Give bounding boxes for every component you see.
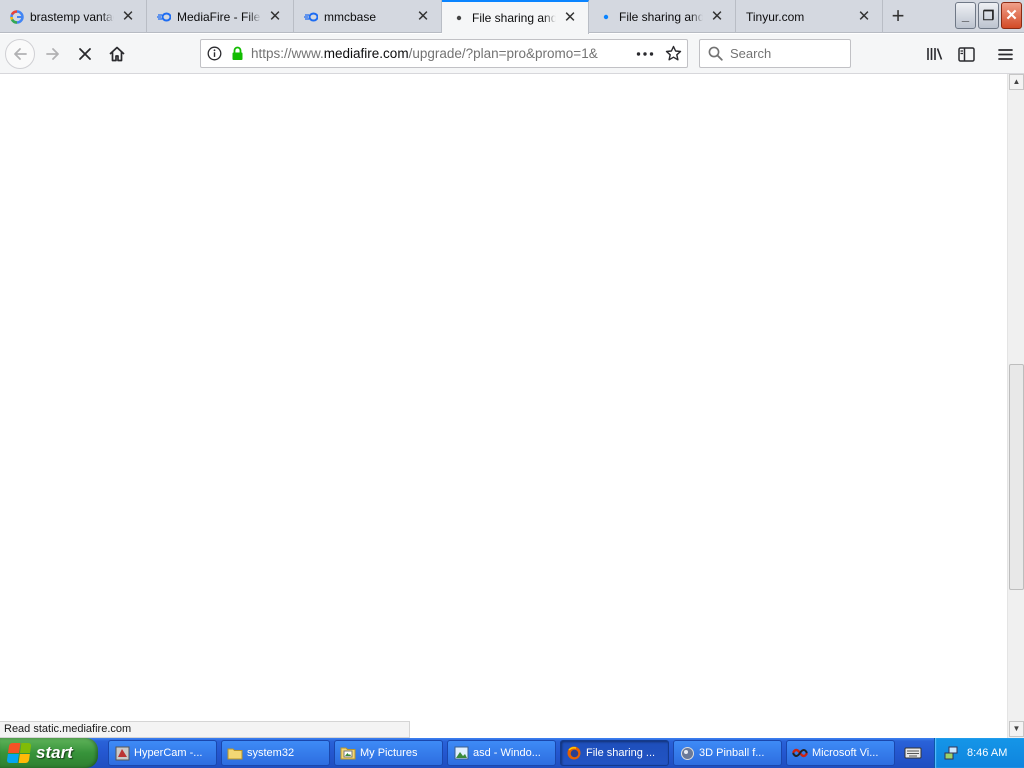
tab-close-icon[interactable]: ✕ bbox=[267, 8, 283, 25]
url-bar[interactable]: https://www.mediafire.com/upgrade/?plan=… bbox=[200, 39, 688, 68]
mediafire-icon bbox=[157, 10, 171, 24]
taskbar-item-microsoft-visual[interactable]: Microsoft Vi... bbox=[786, 740, 895, 766]
sidebar-icon bbox=[957, 46, 975, 62]
system-tray: 8:46 AM bbox=[934, 738, 1024, 768]
home-button[interactable] bbox=[102, 39, 132, 69]
url-path: /upgrade/?plan=pro&promo=1& bbox=[408, 46, 598, 61]
tab-title: File sharing and st bbox=[619, 9, 703, 24]
hypercam-icon bbox=[114, 745, 130, 761]
tab-mmcbase[interactable]: mmcbase ✕ bbox=[294, 0, 442, 33]
mediafire-icon bbox=[304, 10, 318, 24]
taskbar-item-label: Microsoft Vi... bbox=[812, 747, 879, 759]
hamburger-menu-icon bbox=[997, 48, 1013, 60]
tab-title: MediaFire - File sh bbox=[177, 9, 261, 24]
taskbar-item-my-pictures[interactable]: My Pictures bbox=[334, 740, 443, 766]
clock: 8:46 AM bbox=[967, 747, 1008, 759]
start-button[interactable]: start bbox=[0, 738, 98, 768]
taskbar-item-label: 3D Pinball f... bbox=[699, 747, 765, 759]
taskbar-item-label: HyperCam -... bbox=[134, 747, 203, 759]
lock-icon[interactable] bbox=[227, 46, 247, 61]
info-icon[interactable] bbox=[201, 46, 227, 61]
tab-mediafire[interactable]: MediaFire - File sh ✕ bbox=[147, 0, 294, 33]
restore-button[interactable]: ❐ bbox=[978, 2, 999, 29]
back-button[interactable] bbox=[5, 39, 35, 69]
minimize-icon: _ bbox=[961, 8, 970, 23]
taskbar-item-label: My Pictures bbox=[360, 747, 418, 759]
network-connection-icon[interactable] bbox=[943, 745, 959, 761]
arrow-right-icon bbox=[46, 48, 59, 60]
firefox-icon bbox=[566, 745, 582, 761]
url-prefix: https://www. bbox=[251, 46, 324, 61]
nav-bar: https://www.mediafire.com/upgrade/?plan=… bbox=[0, 34, 1024, 74]
search-bar[interactable] bbox=[699, 39, 851, 68]
tab-close-icon[interactable]: ✕ bbox=[120, 8, 136, 25]
tab-brastemp[interactable]: brastemp vantage ✕ bbox=[0, 0, 147, 33]
keyboard-language-icon[interactable] bbox=[900, 743, 926, 763]
tab-close-icon[interactable]: ✕ bbox=[856, 8, 872, 25]
arrow-left-icon bbox=[14, 48, 27, 60]
minimize-button[interactable]: _ bbox=[955, 2, 976, 29]
folder-pictures-icon bbox=[340, 745, 356, 761]
tab-close-icon[interactable]: ✕ bbox=[562, 10, 578, 26]
menu-button[interactable] bbox=[990, 39, 1020, 69]
start-label: start bbox=[36, 743, 73, 762]
tab-title: mmcbase bbox=[324, 9, 377, 24]
url-text[interactable]: https://www.mediafire.com/upgrade/?plan=… bbox=[251, 46, 631, 61]
close-icon: ✕ bbox=[1005, 7, 1018, 24]
tab-title: brastemp vantage bbox=[30, 9, 114, 24]
search-icon bbox=[700, 46, 730, 61]
vertical-scrollbar[interactable]: ▲ ▼ bbox=[1007, 74, 1024, 738]
home-icon bbox=[109, 46, 125, 62]
taskbar: start HyperCam -... system32 My Pictures… bbox=[0, 738, 1024, 768]
forward-button[interactable] bbox=[38, 39, 68, 69]
image-viewer-icon bbox=[453, 745, 469, 761]
page-content bbox=[0, 74, 1007, 738]
windows-logo-icon bbox=[6, 743, 32, 763]
status-bar: Read static.mediafire.com bbox=[0, 721, 410, 738]
tab-tinyur[interactable]: Tinyur.com ✕ bbox=[736, 0, 883, 33]
taskbar-item-3d-pinball[interactable]: 3D Pinball f... bbox=[673, 740, 782, 766]
taskbar-item-label: system32 bbox=[247, 747, 295, 759]
sidebar-toggle-button[interactable] bbox=[951, 39, 981, 69]
taskbar-item-hypercam[interactable]: HyperCam -... bbox=[108, 740, 217, 766]
restore-icon: ❐ bbox=[982, 8, 995, 23]
page-actions-icon[interactable] bbox=[631, 51, 659, 56]
new-tab-button[interactable]: + bbox=[884, 4, 912, 30]
loading-dot-icon bbox=[599, 10, 613, 24]
tab-file-sharing-active[interactable]: File sharing and st ✕ bbox=[442, 0, 589, 34]
taskbar-item-system32[interactable]: system32 bbox=[221, 740, 330, 766]
tab-close-icon[interactable]: ✕ bbox=[709, 8, 725, 25]
taskbar-item-label: asd - Windo... bbox=[473, 747, 541, 759]
tab-title: Tinyur.com bbox=[746, 9, 805, 24]
tab-title: File sharing and st bbox=[472, 11, 556, 25]
scroll-up-icon[interactable]: ▲ bbox=[1009, 74, 1024, 90]
bookmark-star-icon[interactable] bbox=[659, 45, 687, 62]
library-icon bbox=[927, 48, 943, 60]
taskbar-item-asd-windows[interactable]: asd - Windo... bbox=[447, 740, 556, 766]
close-window-button[interactable]: ✕ bbox=[1001, 2, 1022, 29]
pinball-icon bbox=[679, 745, 695, 761]
folder-icon bbox=[227, 745, 243, 761]
url-host: mediafire.com bbox=[323, 46, 409, 61]
loading-dot-icon bbox=[452, 11, 466, 25]
tab-strip: brastemp vantage ✕ MediaFire - File sh ✕… bbox=[0, 0, 1024, 34]
taskbar-item-label: File sharing ... bbox=[586, 747, 656, 759]
scroll-thumb[interactable] bbox=[1009, 364, 1024, 590]
stop-icon bbox=[79, 48, 91, 60]
visual-studio-icon bbox=[792, 745, 808, 761]
google-icon bbox=[10, 9, 24, 24]
tab-file-sharing[interactable]: File sharing and st ✕ bbox=[589, 0, 736, 33]
taskbar-item-file-sharing[interactable]: File sharing ... bbox=[560, 740, 669, 766]
library-button[interactable] bbox=[920, 39, 950, 69]
search-input[interactable] bbox=[730, 46, 840, 61]
tab-close-icon[interactable]: ✕ bbox=[415, 8, 431, 25]
scroll-down-icon[interactable]: ▼ bbox=[1009, 721, 1024, 737]
stop-loading-button[interactable] bbox=[70, 39, 100, 69]
